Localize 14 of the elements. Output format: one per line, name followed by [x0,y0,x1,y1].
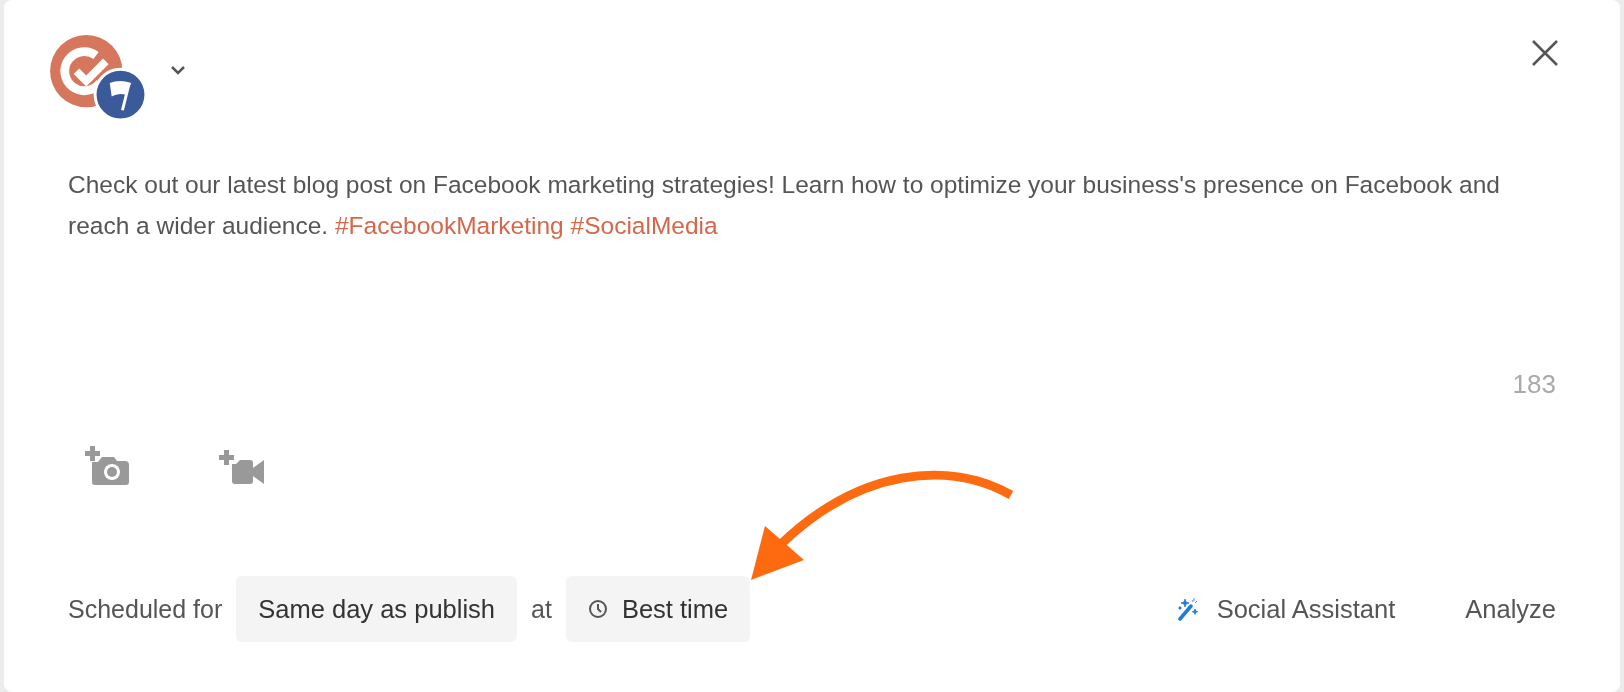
character-count: 183 [1512,369,1556,400]
post-text[interactable]: Check out our latest blog post on Facebook marketing strategies! Learn how to optimize your business's presence on Facebook and reach a wider audience. #FacebookMarketing #SocialMedia [68,164,1548,246]
add-photo-icon[interactable] [84,446,132,486]
magic-wand-icon [1176,597,1199,621]
clock-icon [587,599,608,619]
analyze-button[interactable]: Analyze [1465,594,1556,624]
close-icon[interactable] [1531,39,1559,67]
chevron-down-icon[interactable] [170,65,186,75]
account-avatar-icon[interactable] [48,34,148,122]
at-label: at [531,594,552,624]
scheduled-label: Scheduled for [68,594,223,624]
publish-day-button[interactable]: Same day as publish [236,576,517,642]
best-time-button[interactable]: Best time [565,576,751,642]
social-assistant-button[interactable]: Social Assistant [1176,594,1396,624]
